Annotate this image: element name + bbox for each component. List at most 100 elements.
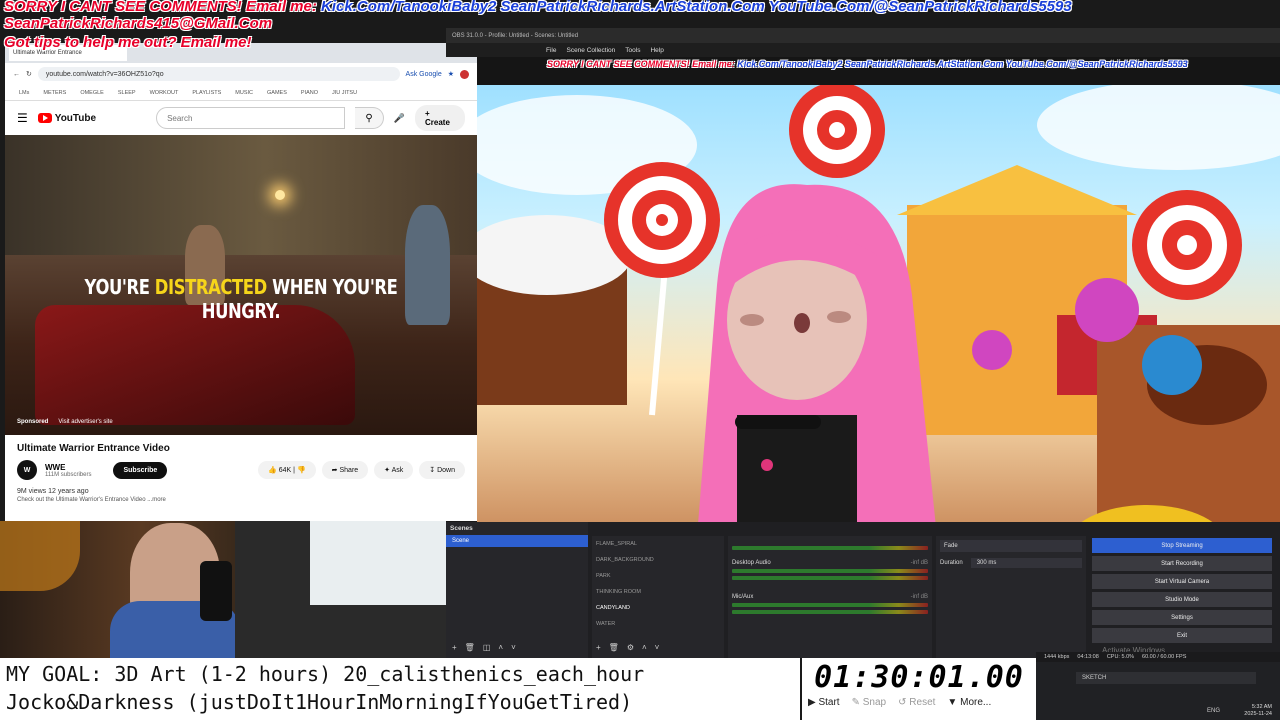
audio-channel: Desktop Audio -inf dB [732,560,928,566]
source-item[interactable]: THINKING ROOM [592,584,724,600]
menu-scene-collection[interactable]: Scene Collection [566,47,615,54]
down-icon[interactable]: ˅ [511,643,516,652]
goal-line-1: MY GOAL: 3D Art (1-2 hours) 20_calisthen… [6,662,645,686]
snap-label: Snap [862,697,887,708]
menu-tools[interactable]: Tools [625,47,640,54]
controls-dock: Stop Streaming Start Recording Start Vir… [1092,538,1272,658]
start-label: Start [818,697,840,708]
source-item[interactable]: WATER [592,616,724,632]
start-recording-button[interactable]: Start Recording [1092,556,1272,571]
add-icon[interactable]: + [596,643,601,652]
studio-mode-button[interactable]: Studio Mode [1092,592,1272,607]
bookmark-item[interactable]: GAMES [267,90,287,96]
video-description[interactable]: Check out the Ultimate Warrior's Entranc… [17,497,465,503]
scene-list-item[interactable]: Scene [446,535,588,547]
candyland-scene [477,85,1280,537]
audio-channel-name: Mic/Aux [732,594,754,600]
source-item[interactable]: FLAME_SPIRAL [592,536,724,552]
bookmark-item[interactable]: MUSIC [235,90,253,96]
ask-button[interactable]: ✦ Ask [374,461,414,479]
gear-icon[interactable]: ⚙ [627,643,634,652]
profile-icon[interactable] [460,69,469,79]
bookmark-item[interactable]: SLEEP [118,90,136,96]
bookmark-item[interactable]: JIU JITSU [332,90,357,96]
transition-value: Fade [944,543,958,549]
video-player[interactable]: YOU'RE DISTRACTED WHEN YOU'RE HUNGRY. Sp… [5,135,477,435]
duration-input[interactable]: 300 ms [970,558,1082,568]
visit-advertiser-link[interactable]: Visit advertiser's site [58,419,112,425]
star-icon[interactable]: ★ [448,70,454,78]
down-icon[interactable]: ˅ [655,643,660,652]
settings-button[interactable]: Settings [1092,610,1272,625]
address-bar: ← ↻ youtube.com/watch?v=36OHZ51o?qo Ask … [5,63,477,85]
audio-meter [732,603,928,607]
download-button[interactable]: ↧ Down [419,461,465,479]
menu-icon[interactable]: ☰ [17,111,28,125]
obs-preview-strip: SORRY I CANT SEE COMMENTS! Email me: Kic… [477,57,1280,85]
reload-icon[interactable]: ↻ [26,70,32,78]
search-input[interactable]: Search [156,107,346,129]
sponsored-label: Sponsored [17,419,49,425]
like-button[interactable]: 👍 64K | 👎 [258,461,316,479]
clock-date: 2025-11-24 [1244,711,1272,717]
obs-menu-bar: File Scene Collection Tools Help [446,43,1280,57]
share-button[interactable]: ➦ Share [321,461,369,479]
scenes-dock: Scenes Scene + 🗑 ◫ ˄ ˅ [446,522,588,658]
bookmark-item[interactable]: PLAYLISTS [192,90,221,96]
stop-streaming-button[interactable]: Stop Streaming [1092,538,1272,553]
system-clock[interactable]: 5:32 AM 2025-11-24 [1244,704,1272,718]
reset-button[interactable]: ↺ Reset [898,697,935,708]
trash-icon[interactable]: 🗑 [465,643,475,652]
duration-label: Duration [940,560,963,566]
menu-help[interactable]: Help [650,47,663,54]
back-icon[interactable]: ← [13,71,20,78]
obs-title-bar: OBS 31.0.0 - Profile: Untitled - Scenes:… [446,28,1280,43]
youtube-logo[interactable]: YouTube [37,113,96,124]
up-icon[interactable]: ˄ [498,643,503,652]
overlay-line-3: Got tips to help me out? Email me! [4,34,252,51]
up-icon[interactable]: ˄ [642,643,647,652]
url-text: youtube.com/watch?v=36OHZ51o?qo [45,70,164,78]
more-button[interactable]: ▼ More... [947,697,991,708]
sources-dock: FLAME_SPIRAL DARK_BACKGROUND PARK THINKI… [592,536,724,658]
create-button[interactable]: + Create [414,105,465,131]
bookmark-item[interactable]: WORKOUT [150,90,179,96]
channel-name[interactable]: WWE [45,463,91,472]
transition-select[interactable]: Fade [940,540,1082,552]
ask-google-button[interactable]: Ask Google [406,71,442,78]
snap-button[interactable]: ✎ Snap [852,697,887,708]
trash-icon[interactable]: 🗑 [609,643,619,652]
subscribe-button[interactable]: Subscribe [113,461,168,479]
exit-button[interactable]: Exit [1092,628,1272,643]
duration-row: Duration 300 ms [940,558,1082,568]
source-label: FLAME_SPIRAL [596,541,637,547]
url-field[interactable]: youtube.com/watch?v=36OHZ51o?qo [37,67,400,81]
bookmark-item[interactable]: OMEGLE [80,90,104,96]
bookmark-item[interactable]: PIANO [301,90,318,96]
stopwatch-time: 01:30:01.00 [814,660,1024,695]
mic-icon[interactable]: 🎤 [394,113,405,124]
channel-avatar[interactable]: W [17,460,37,480]
reset-label: Reset [909,697,936,708]
subscriber-count: 111M subscribers [45,471,92,478]
transitions-dock: Fade Duration 300 ms [936,536,1086,658]
language-indicator[interactable]: ENG [1207,708,1220,714]
lollipop-top [789,85,885,178]
search-icon[interactable]: ⚲ [355,107,384,129]
taskbar-app[interactable]: SKETCH [1076,672,1256,684]
source-item[interactable]: CANDYLAND [592,600,724,616]
source-item[interactable]: DARK_BACKGROUND [592,552,724,568]
filter-icon[interactable]: ◫ [483,643,491,652]
audio-mixer-dock: Desktop Audio -inf dB Mic/Aux -inf dB [728,536,932,658]
audio-meter [732,576,928,580]
menu-file[interactable]: File [546,47,556,54]
mirror-text: Kick.Com/TanookiBaby2 SeanPatrickRichard… [737,59,1188,69]
start-virtual-camera-button[interactable]: Start Virtual Camera [1092,574,1272,589]
start-button[interactable]: ▶ Start [808,697,840,708]
source-item[interactable]: PARK [592,568,724,584]
audio-channel-db: -inf dB [910,594,928,600]
bookmark-item[interactable]: METERS [43,90,66,96]
bookmark-item[interactable]: LMs [19,90,29,96]
create-label: Create [424,118,450,127]
add-icon[interactable]: + [452,643,457,652]
